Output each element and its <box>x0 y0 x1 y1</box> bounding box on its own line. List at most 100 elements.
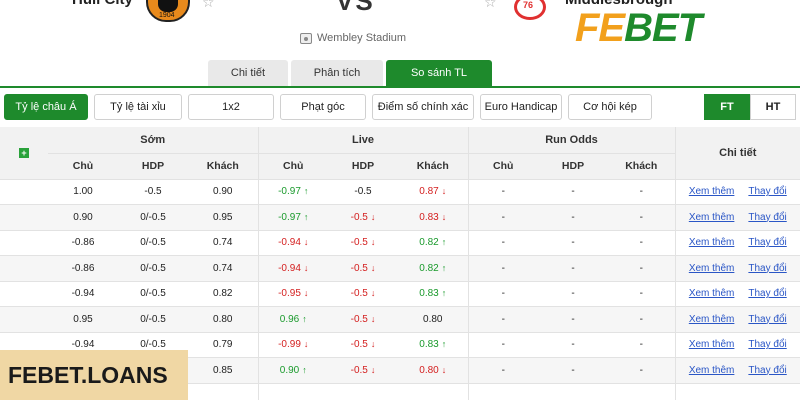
run-hdp-value: - <box>571 288 575 300</box>
brand-logo-part2: BET <box>624 6 702 50</box>
view-more-link[interactable]: Xem thêm <box>689 212 735 223</box>
run-hdp-value: - <box>571 262 575 274</box>
odds-row: -0.86 0/-0.5 0.74 -0.94 ↓ -0.5 ↓ 0.82 ↑ - - - Xem th… <box>0 230 800 256</box>
filter-corners[interactable]: Phạt góc <box>280 94 366 120</box>
col-early-away: Khách <box>188 153 258 180</box>
row-actions: Xem thêm Thay đổi <box>674 306 800 333</box>
arrow-down-icon: ↓ <box>370 262 376 273</box>
live-away: 0.80 <box>398 306 468 333</box>
arrow-up-icon: ↑ <box>441 237 447 248</box>
filter-euro-handicap[interactable]: Euro Handicap <box>480 94 562 120</box>
arrow-down-icon: ↓ <box>370 364 376 375</box>
view-more-link[interactable]: Xem thêm <box>689 186 735 197</box>
tab-details[interactable]: Chi tiết <box>208 60 288 86</box>
live-home: -0.99 ↓ <box>257 332 328 358</box>
live-away: 0.82 ↑ <box>398 255 468 282</box>
live-hdp: -0.5 ↓ <box>328 255 398 282</box>
early-home: -0.86 <box>48 255 118 282</box>
live-home-value: 0.96 <box>279 313 300 325</box>
view-more-link[interactable]: Xem thêm <box>689 237 735 248</box>
tab-analysis[interactable]: Phân tích <box>291 60 383 86</box>
early-away-value: 0.95 <box>213 211 233 223</box>
period-ft-button[interactable]: FT <box>704 94 750 120</box>
tab-odds-comparison[interactable]: So sánh TL <box>386 60 492 86</box>
changes-link[interactable]: Thay đổi <box>748 186 786 197</box>
col-live-hdp: HDP <box>328 153 398 180</box>
changes-link[interactable]: Thay đổi <box>748 339 786 350</box>
changes-link[interactable]: Thay đổi <box>748 237 786 248</box>
changes-link[interactable]: Thay đổi <box>748 314 786 325</box>
filter-correct-score[interactable]: Điểm số chính xác <box>372 94 474 120</box>
arrow-up-icon: ↑ <box>303 186 309 197</box>
col-early-home: Chủ <box>48 153 118 180</box>
match-tabs: Chi tiết Phân tích So sánh TL <box>208 60 492 86</box>
run-hdp-value: - <box>571 364 575 376</box>
live-home: 0.90 ↑ <box>257 357 328 384</box>
run-home: - <box>467 332 538 358</box>
odds-row: -0.86 0/-0.5 0.74 -0.94 ↓ -0.5 ↓ 0.82 ↑ - - - Xem th… <box>0 255 800 282</box>
home-team-logo[interactable]: 1904 <box>146 0 190 22</box>
early-away-value: 0.90 <box>213 186 233 198</box>
run-away-value: - <box>639 237 643 249</box>
early-away: 0.82 <box>188 281 258 307</box>
away-team-logo[interactable]: 76 <box>510 0 550 22</box>
live-hdp: -0.5 ↓ <box>328 281 398 307</box>
row-actions <box>674 383 800 400</box>
period-ht-button[interactable]: HT <box>750 94 796 120</box>
filter-1x2[interactable]: 1x2 <box>188 94 274 120</box>
changes-link[interactable]: Thay đổi <box>748 263 786 274</box>
early-away: 0.80 <box>188 306 258 333</box>
row-actions: Xem thêm Thay đổi <box>674 332 800 358</box>
early-away: 0.74 <box>188 230 258 256</box>
run-home-value: - <box>501 211 505 223</box>
run-home: - <box>467 281 538 307</box>
view-more-link[interactable]: Xem thêm <box>689 339 735 350</box>
run-hdp: - <box>538 204 608 231</box>
favorite-star-icon-home[interactable]: ☆ <box>202 0 215 11</box>
favorite-star-icon-away[interactable]: ☆ <box>484 0 497 11</box>
tab-underline <box>0 86 800 88</box>
early-away: 0.74 <box>188 255 258 282</box>
live-home: -0.95 ↓ <box>257 281 328 307</box>
expand-plus-icon[interactable]: + <box>19 147 29 158</box>
filter-asian-handicap[interactable]: Tỷ lệ châu Á <box>4 94 88 120</box>
home-team-name[interactable]: Hull City <box>72 0 133 8</box>
view-more-link[interactable]: Xem thêm <box>689 365 735 376</box>
expand-column: + <box>0 127 48 180</box>
row-spacer <box>0 281 48 307</box>
changes-link[interactable]: Thay đổi <box>748 288 786 299</box>
live-hdp-value: -0.5 <box>350 288 368 300</box>
period-toggle: FT HT <box>704 94 796 120</box>
live-hdp-value: -0.5 <box>350 211 368 223</box>
early-home: -0.94 <box>48 281 118 307</box>
run-home <box>467 383 538 400</box>
early-home-value: 1.00 <box>73 186 93 198</box>
live-away: 0.83 ↓ <box>398 204 468 231</box>
changes-link[interactable]: Thay đổi <box>748 212 786 223</box>
view-more-link[interactable]: Xem thêm <box>689 263 735 274</box>
run-hdp: - <box>538 179 608 205</box>
live-away-value: 0.80 <box>419 364 439 376</box>
changes-link[interactable]: Thay đổi <box>748 365 786 376</box>
run-away-value: - <box>639 313 643 325</box>
early-away-value: 0.79 <box>213 339 233 351</box>
row-actions: Xem thêm Thay đổi <box>674 281 800 307</box>
early-away-value: 0.80 <box>213 313 233 325</box>
run-away-value: - <box>639 339 643 351</box>
live-home-value: -0.97 <box>278 211 301 223</box>
view-more-link[interactable]: Xem thêm <box>689 288 735 299</box>
filter-double-chance[interactable]: Cơ hội kép <box>568 94 652 120</box>
col-live-home: Chủ <box>257 153 328 180</box>
live-away-value: 0.87 <box>419 186 439 198</box>
view-more-link[interactable]: Xem thêm <box>689 314 735 325</box>
filter-over-under[interactable]: Tỷ lệ tài xỉu <box>94 94 182 120</box>
early-hdp: 0/-0.5 <box>118 255 188 282</box>
live-home-value: -0.97 <box>278 186 301 198</box>
early-away-value: 0.82 <box>213 288 233 300</box>
early-hdp-value: -0.5 <box>144 186 162 198</box>
row-actions: Xem thêm Thay đổi <box>674 357 800 384</box>
live-home: -0.97 ↑ <box>257 204 328 231</box>
live-away <box>398 383 468 400</box>
run-home: - <box>467 255 538 282</box>
run-away <box>608 383 676 400</box>
